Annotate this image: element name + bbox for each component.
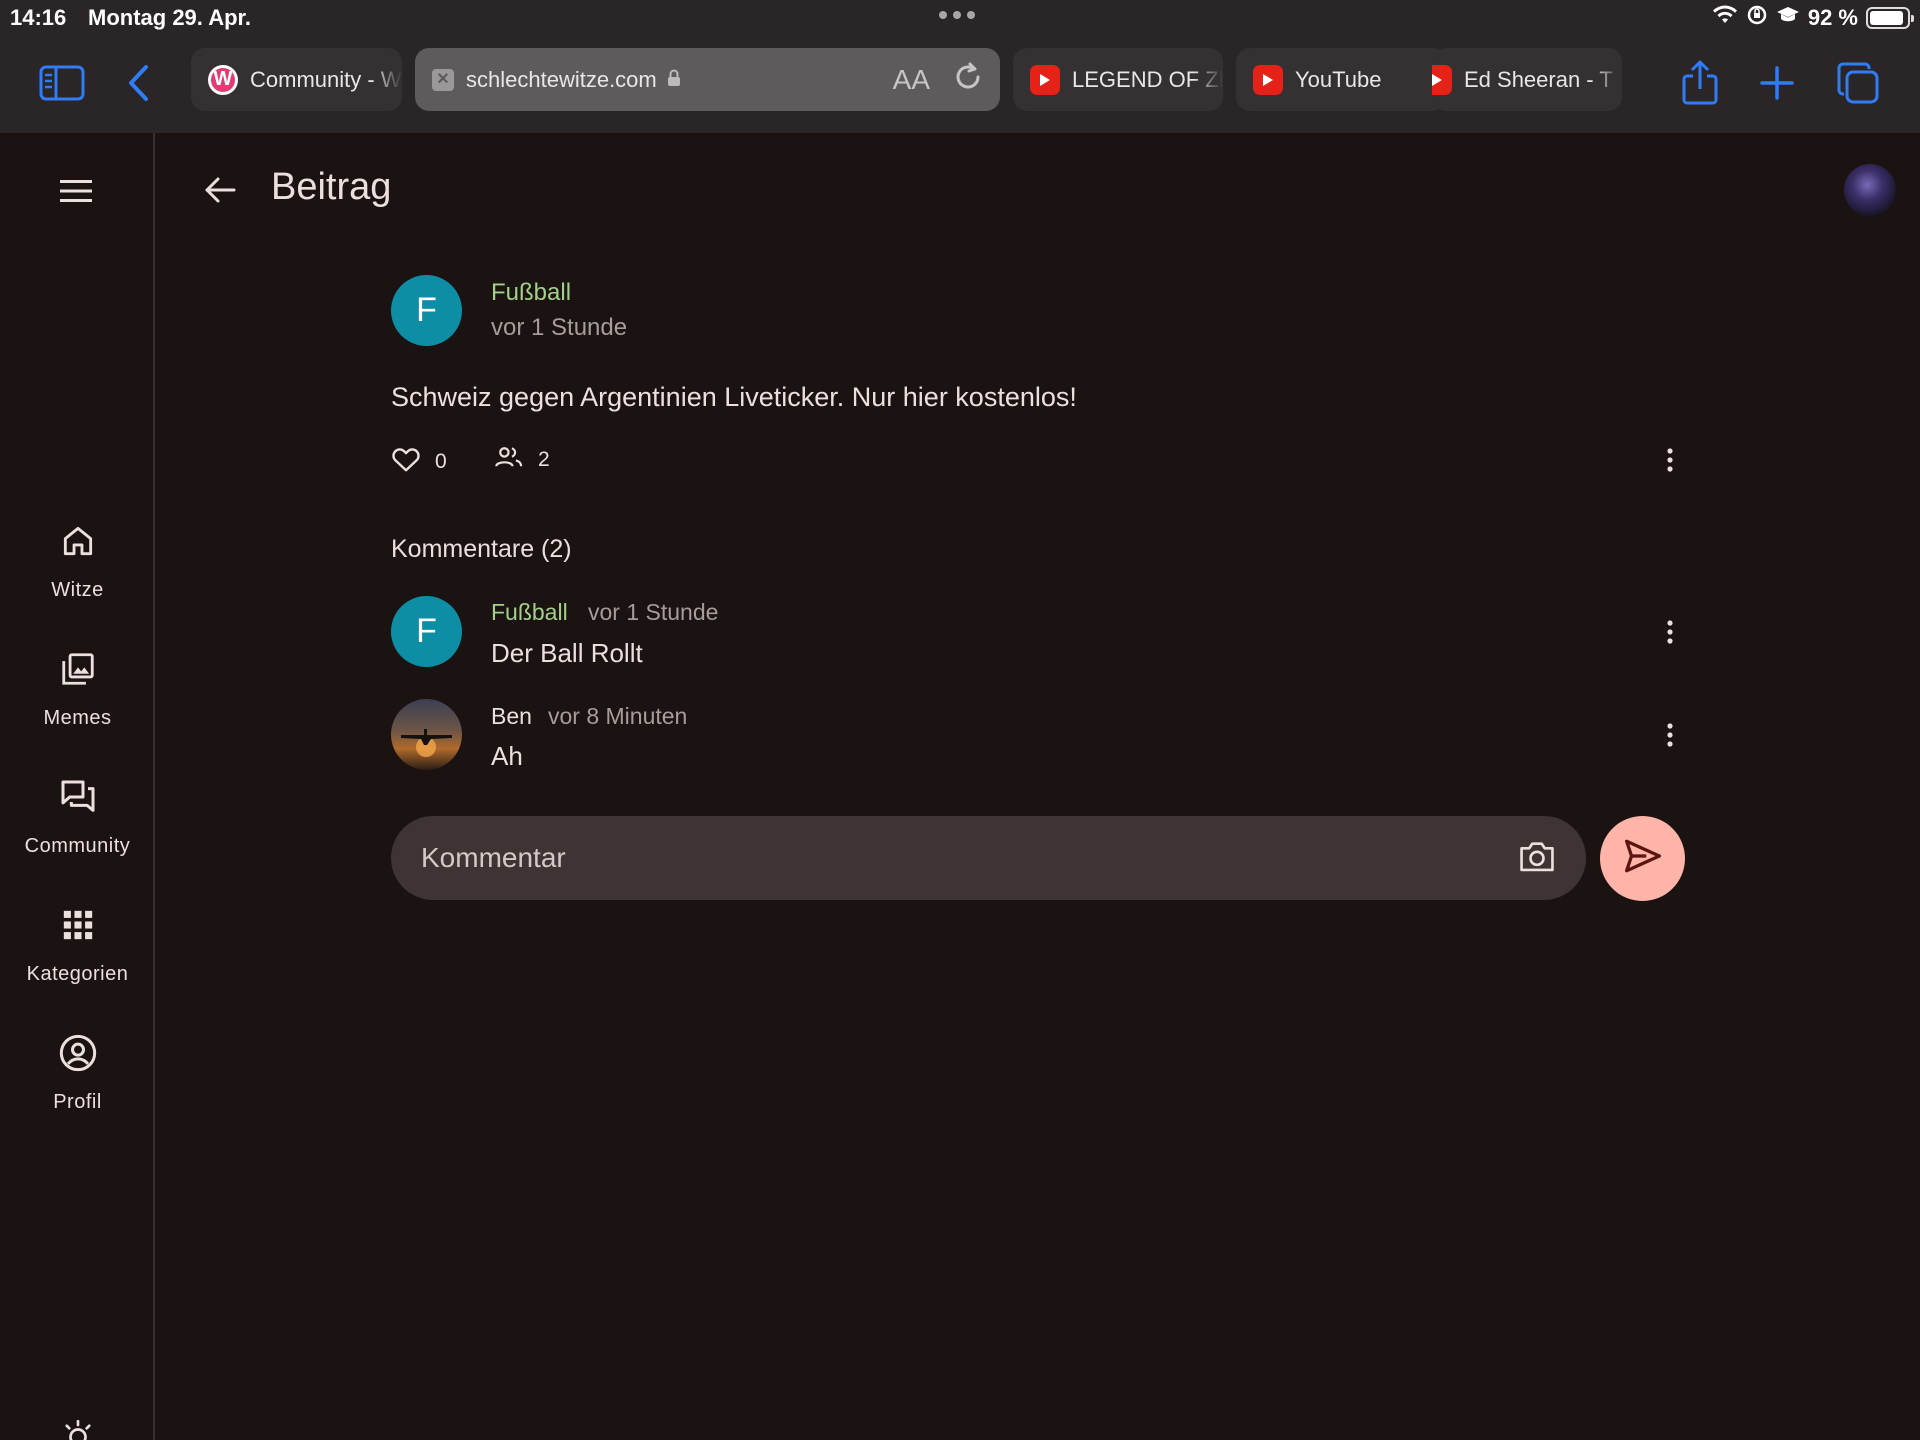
camera-icon[interactable] bbox=[1518, 839, 1556, 878]
send-button[interactable] bbox=[1600, 816, 1685, 901]
comment-timestamp: vor 1 Stunde bbox=[588, 599, 719, 625]
graduation-cap-icon bbox=[1776, 5, 1800, 31]
sidebar-toggle-icon[interactable] bbox=[37, 58, 87, 108]
comment-text: Der Ball Rollt bbox=[491, 638, 643, 668]
rail-item-label: Community bbox=[24, 835, 131, 857]
reader-text-size-button[interactable]: AA bbox=[893, 64, 930, 96]
participants-button[interactable]: 2 bbox=[494, 445, 550, 475]
reload-icon[interactable] bbox=[952, 61, 984, 99]
battery-percent: 92 % bbox=[1807, 5, 1858, 30]
apps-grid-icon bbox=[0, 901, 155, 949]
rail-item-memes[interactable]: Memes bbox=[0, 645, 155, 730]
comment-more-options-icon[interactable] bbox=[1655, 612, 1685, 652]
comment-author-name[interactable]: Fußball bbox=[491, 599, 568, 626]
page-title: Beitrag bbox=[271, 166, 392, 208]
rail-item-label: Kategorien bbox=[26, 963, 129, 985]
rail-item-profil[interactable]: Profil bbox=[0, 1029, 155, 1114]
comment-author-avatar-photo[interactable] bbox=[391, 699, 462, 770]
tab-legend-of-zelda[interactable]: LEGEND OF ZE bbox=[1013, 48, 1223, 111]
tab-ed-sheeran[interactable]: Ed Sheeran - T bbox=[1432, 48, 1622, 111]
heart-icon bbox=[391, 445, 421, 479]
new-tab-icon[interactable] bbox=[1752, 58, 1802, 108]
youtube-favicon bbox=[1253, 64, 1283, 95]
w-logo-favicon: W bbox=[208, 64, 238, 95]
status-date: Montag 29. Apr. bbox=[88, 5, 251, 30]
post-timestamp: vor 1 Stunde bbox=[491, 314, 628, 341]
orientation-lock-icon bbox=[1746, 4, 1768, 32]
home-icon bbox=[0, 517, 155, 565]
navigation-rail: Witze Memes Community Kategorien Profil bbox=[0, 133, 155, 1440]
rail-item-label: Memes bbox=[43, 707, 112, 729]
brightness-icon[interactable] bbox=[60, 1419, 96, 1440]
participant-count: 2 bbox=[538, 448, 550, 471]
post-author-avatar[interactable]: F bbox=[391, 275, 462, 346]
status-bar: 14:16 Montag 29. Apr. 92 % bbox=[0, 0, 1920, 34]
tab-label: YouTube bbox=[1295, 66, 1382, 92]
tab-community[interactable]: W Community - W bbox=[191, 48, 402, 111]
comment-text: Ah bbox=[491, 741, 523, 771]
status-time: 14:16 bbox=[10, 5, 67, 30]
multitasking-dots[interactable] bbox=[939, 11, 975, 19]
forum-icon bbox=[0, 773, 155, 821]
send-icon bbox=[1623, 838, 1663, 879]
people-icon bbox=[494, 445, 524, 475]
post-text: Schweiz gegen Argentinien Liveticker. Nu… bbox=[391, 382, 1077, 412]
profile-avatar[interactable] bbox=[1844, 164, 1896, 216]
post-detail-page: Beitrag F Fußball vor 1 Stunde Schweiz g… bbox=[157, 133, 1920, 1440]
menu-icon[interactable] bbox=[58, 178, 98, 208]
tab-schlechtewitze[interactable]: × schlechtewitze.com AA bbox=[415, 48, 1000, 111]
tab-youtube[interactable]: YouTube bbox=[1236, 48, 1446, 111]
like-count: 0 bbox=[435, 450, 447, 473]
rail-item-kategorien[interactable]: Kategorien bbox=[0, 901, 155, 986]
comment-author-avatar[interactable]: F bbox=[391, 596, 462, 667]
account-circle-icon bbox=[0, 1029, 155, 1077]
comment-input[interactable] bbox=[421, 842, 1506, 874]
close-tab-icon[interactable]: × bbox=[432, 68, 454, 91]
tab-overview-icon[interactable] bbox=[1833, 58, 1883, 108]
wifi-icon bbox=[1712, 5, 1738, 31]
browser-back-icon[interactable] bbox=[113, 58, 163, 108]
comment-timestamp: vor 8 Minuten bbox=[548, 703, 688, 729]
youtube-favicon bbox=[1030, 64, 1060, 95]
youtube-favicon bbox=[1432, 64, 1452, 95]
rail-item-label: Witze bbox=[51, 579, 104, 601]
like-button[interactable]: 0 bbox=[391, 445, 447, 479]
back-arrow-icon[interactable] bbox=[197, 167, 243, 213]
rail-item-community[interactable]: Community bbox=[0, 773, 155, 858]
rail-item-witze[interactable]: Witze bbox=[0, 517, 155, 602]
post-more-options-icon[interactable] bbox=[1655, 440, 1685, 480]
status-indicators: 92 % bbox=[1712, 4, 1914, 32]
battery-icon bbox=[1866, 7, 1914, 29]
browser-toolbar: W Community - W × schlechtewitze.com AA … bbox=[0, 34, 1920, 133]
url-label: schlechtewitze.com bbox=[466, 66, 657, 92]
images-icon bbox=[0, 645, 155, 693]
comment-input-container bbox=[391, 816, 1586, 900]
lock-icon bbox=[667, 67, 681, 93]
share-icon[interactable] bbox=[1675, 58, 1725, 108]
comments-heading: Kommentare (2) bbox=[391, 535, 572, 563]
post-author-name[interactable]: Fußball bbox=[491, 279, 571, 307]
rail-item-label: Profil bbox=[53, 1091, 102, 1113]
comment-more-options-icon[interactable] bbox=[1655, 715, 1685, 755]
tab-label: Ed Sheeran - T bbox=[1464, 66, 1613, 92]
comment-author-name[interactable]: Ben bbox=[491, 703, 532, 730]
